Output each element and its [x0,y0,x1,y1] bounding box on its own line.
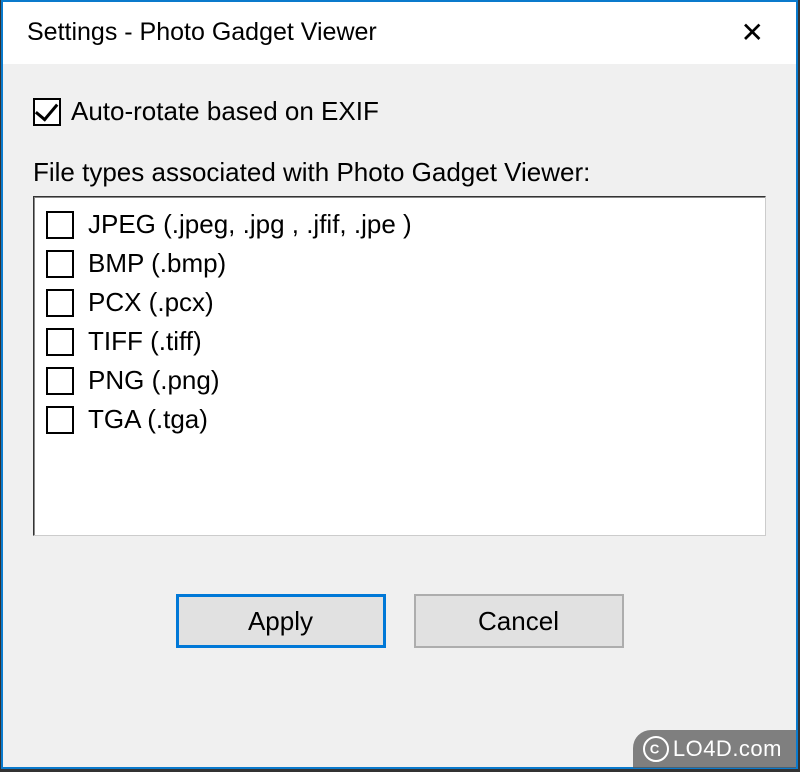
filetype-label: PCX (.pcx) [88,287,214,318]
filetype-checkbox-bmp[interactable] [46,250,74,278]
file-types-label: File types associated with Photo Gadget … [33,157,766,188]
filetype-label: BMP (.bmp) [88,248,226,279]
filetype-label: TIFF (.tiff) [88,326,202,357]
filetype-checkbox-tiff[interactable] [46,328,74,356]
list-item[interactable]: PNG (.png) [46,361,753,400]
button-row: Apply Cancel [33,594,766,648]
watermark: C LO4D.com [633,730,796,768]
list-item[interactable]: TGA (.tga) [46,400,753,439]
filetype-label: JPEG (.jpeg, .jpg , .jfif, .jpe ) [88,209,412,240]
filetype-checkbox-pcx[interactable] [46,289,74,317]
auto-rotate-row[interactable]: Auto-rotate based on EXIF [33,96,766,127]
list-item[interactable]: PCX (.pcx) [46,283,753,322]
filetype-checkbox-jpeg[interactable] [46,211,74,239]
settings-window: Settings - Photo Gadget Viewer ✕ Auto-ro… [1,0,798,769]
list-item[interactable]: JPEG (.jpeg, .jpg , .jfif, .jpe ) [46,205,753,244]
cancel-button[interactable]: Cancel [414,594,624,648]
window-content: Auto-rotate based on EXIF File types ass… [3,64,796,767]
filetype-checkbox-tga[interactable] [46,406,74,434]
list-item[interactable]: TIFF (.tiff) [46,322,753,361]
close-icon[interactable]: ✕ [729,15,776,51]
list-item[interactable]: BMP (.bmp) [46,244,753,283]
watermark-text: LO4D.com [673,736,782,761]
auto-rotate-checkbox[interactable] [33,98,61,126]
filetype-checkbox-png[interactable] [46,367,74,395]
filetype-label: PNG (.png) [88,365,220,396]
window-title: Settings - Photo Gadget Viewer [27,18,377,47]
apply-button[interactable]: Apply [176,594,386,648]
titlebar: Settings - Photo Gadget Viewer ✕ [3,2,796,64]
auto-rotate-label: Auto-rotate based on EXIF [71,96,379,127]
copyright-icon: C [650,742,660,757]
file-types-listbox[interactable]: JPEG (.jpeg, .jpg , .jfif, .jpe ) BMP (.… [33,196,766,536]
filetype-label: TGA (.tga) [88,404,208,435]
